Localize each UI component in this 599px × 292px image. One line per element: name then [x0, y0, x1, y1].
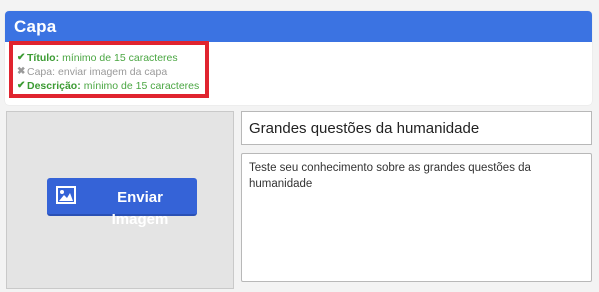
requirement-value: mínimo de 15 caracteres — [62, 52, 178, 64]
requirement-title: ✔ Título: mínimo de 15 caracteres — [17, 51, 205, 65]
requirement-cover: ✖ Capa: enviar imagem da capa — [17, 65, 205, 79]
cross-icon: ✖ — [17, 66, 26, 77]
cover-image-dropzone[interactable]: Enviar Imagem — [6, 111, 234, 289]
requirement-description: ✔ Descrição: mínimo de 15 caracteres — [17, 79, 205, 93]
cover-panel: Capa ✔ Título: mínimo de 15 caracteres ✖… — [5, 11, 592, 105]
upload-button-label: Enviar Imagem — [111, 189, 169, 228]
title-input[interactable] — [241, 111, 592, 145]
panel-title: Capa — [14, 16, 57, 36]
checkmark-icon: ✔ — [17, 52, 26, 63]
description-textarea[interactable]: Teste seu conhecimento sobre as grandes … — [241, 153, 592, 282]
requirement-value: mínimo de 15 caracteres — [83, 80, 200, 92]
requirement-value: enviar imagem da capa — [58, 66, 168, 78]
checkmark-icon: ✔ — [17, 80, 26, 91]
image-icon — [56, 186, 76, 204]
requirement-label: Descrição: — [27, 80, 81, 92]
requirements-checklist: ✔ Título: mínimo de 15 caracteres ✖ Capa… — [9, 41, 209, 98]
requirement-label: Título: — [27, 52, 60, 64]
requirement-label: Capa: — [27, 66, 56, 78]
upload-image-button[interactable]: Enviar Imagem — [47, 178, 197, 228]
panel-header: Capa — [5, 11, 592, 42]
